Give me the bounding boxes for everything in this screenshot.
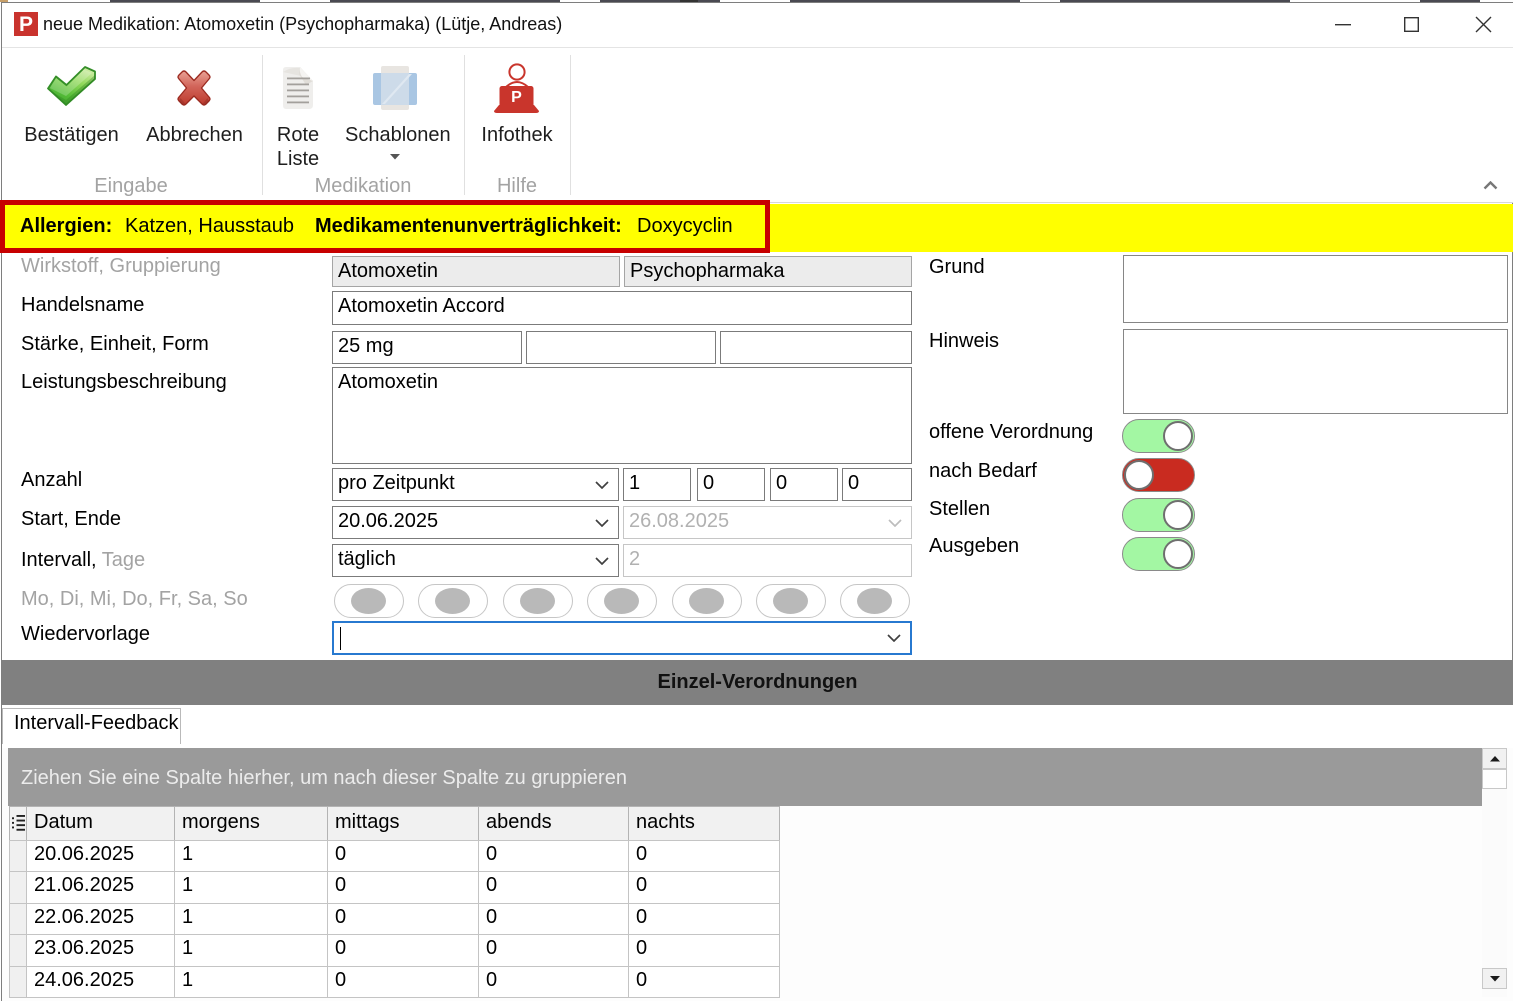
svg-text:P: P: [511, 89, 522, 106]
